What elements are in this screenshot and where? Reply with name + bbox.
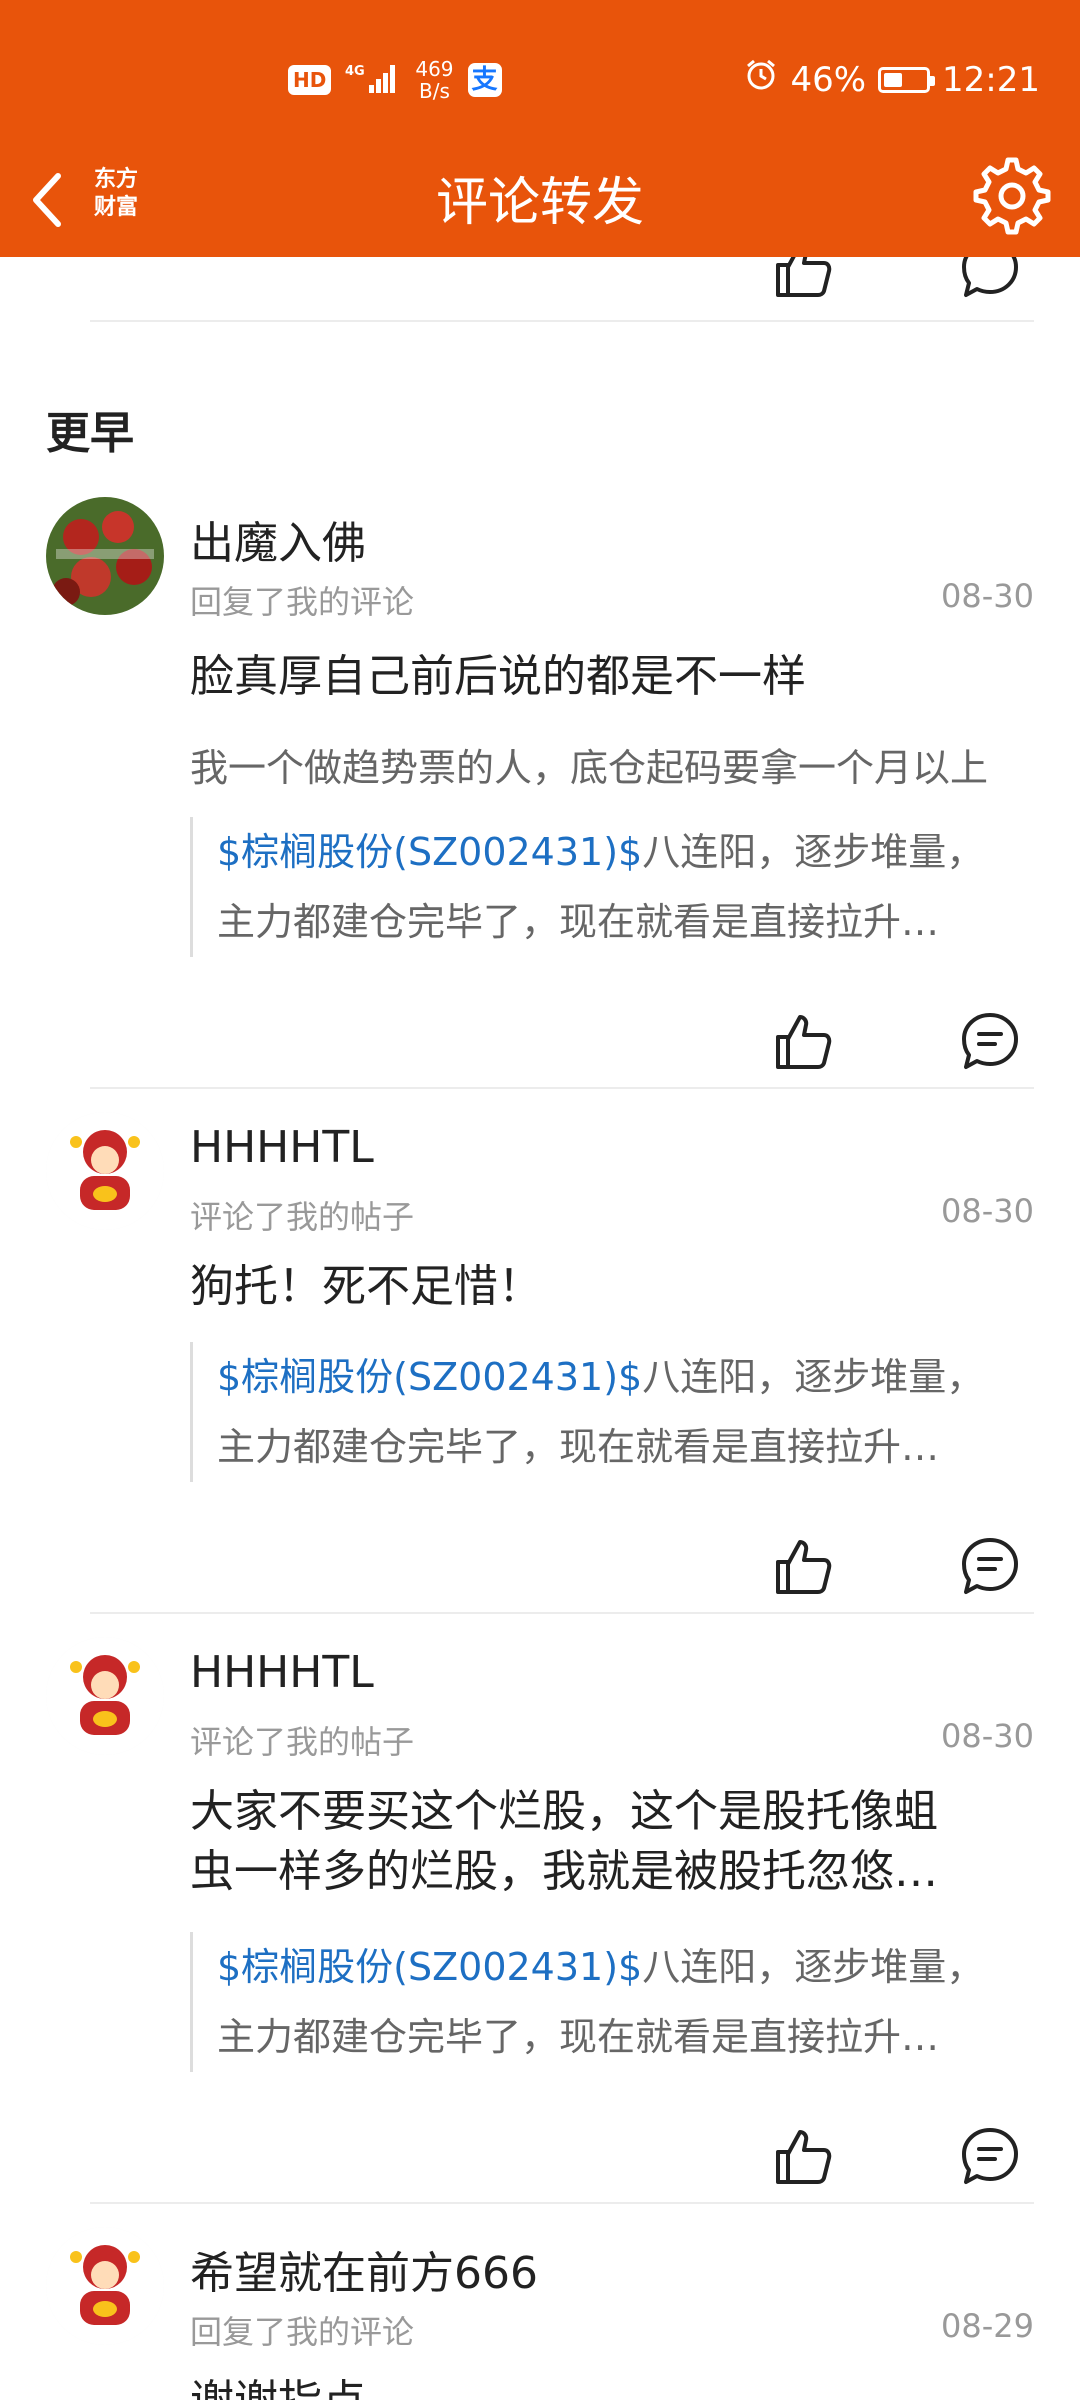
list-item[interactable]: HHHHTL 评论了我的帖子 08-30 狗托！死不足惜！ — [0, 1112, 1080, 1322]
comment-text[interactable]: 脸真厚自己前后说的都是不一样 — [190, 647, 1034, 707]
network-speed: 469 B/s — [415, 57, 454, 103]
thumbs-up-icon[interactable] — [770, 257, 834, 301]
avatar[interactable] — [46, 1637, 164, 1755]
signal-icon: 4G — [345, 61, 401, 99]
alarm-icon — [744, 58, 778, 101]
action-text: 回复了我的评论 — [190, 583, 415, 621]
battery-percent: 46% — [790, 59, 867, 100]
comment-bubble-icon[interactable] — [958, 257, 1022, 301]
svg-text:4G: 4G — [345, 64, 365, 79]
comment-bubble-icon[interactable] — [958, 1009, 1022, 1073]
divider — [90, 2202, 1034, 2204]
thumbs-up-icon[interactable] — [770, 2124, 834, 2188]
divider — [90, 1087, 1034, 1089]
quoted-post[interactable]: $棕榈股份(SZ002431)$八连阳，逐步堆量， 主力都建仓完毕了，现在就看是… — [190, 1342, 1036, 1482]
stock-link[interactable]: $棕榈股份(SZ002431)$ — [217, 830, 642, 874]
date: 08-29 — [941, 2307, 1034, 2345]
comment-text[interactable]: 大家不要买这个烂股，这个是股托像蛆 虫一样多的烂股，我就是被股托忽悠… — [190, 1782, 1034, 1902]
action-text: 评论了我的帖子 — [190, 1198, 415, 1236]
avatar[interactable] — [46, 2227, 164, 2345]
avatar[interactable] — [46, 1112, 164, 1230]
thumbs-up-icon[interactable] — [770, 1009, 834, 1073]
alipay-icon: 支 — [467, 63, 502, 97]
action-text: 评论了我的帖子 — [190, 1723, 415, 1761]
quoted-post[interactable]: $棕榈股份(SZ002431)$八连阳，逐步堆量， 主力都建仓完毕了，现在就看是… — [190, 1932, 1036, 2072]
comment-bubble-icon[interactable] — [958, 1534, 1022, 1598]
settings-button[interactable] — [972, 156, 1052, 236]
quoted-post[interactable]: $棕榈股份(SZ002431)$八连阳，逐步堆量， 主力都建仓完毕了，现在就看是… — [190, 817, 1036, 957]
partial-item — [0, 257, 1080, 297]
notification-list[interactable]: 更早 出魔入佛 回复了我的评论 08-30 脸真厚自己前后说的都是不一样 我一个… — [0, 257, 1080, 2400]
nav-bar: 东方 财富 评论转发 — [0, 140, 1080, 257]
username[interactable]: HHHHTL — [190, 1122, 374, 1173]
section-title: 更早 — [46, 408, 134, 459]
action-text: 回复了我的评论 — [190, 2313, 415, 2351]
clock: 12:21 — [942, 59, 1040, 100]
comment-bubble-icon[interactable] — [958, 2124, 1022, 2188]
comment-text[interactable]: 谢谢指点 — [190, 2372, 1034, 2400]
hd-icon: HD — [288, 65, 332, 95]
list-item[interactable]: 希望就在前方666 回复了我的评论 08-29 谢谢指点 — [0, 2227, 1080, 2400]
stock-link[interactable]: $棕榈股份(SZ002431)$ — [217, 1355, 642, 1399]
username[interactable]: 希望就在前方666 — [190, 2237, 538, 2301]
comment-text[interactable]: 狗托！死不足惜！ — [190, 1257, 1034, 1317]
thumbs-up-icon[interactable] — [770, 1534, 834, 1598]
username[interactable]: 出魔入佛 — [190, 507, 366, 571]
settings-gear-icon — [973, 157, 1051, 235]
date: 08-30 — [941, 1717, 1034, 1755]
battery-icon — [878, 66, 936, 93]
username[interactable]: HHHHTL — [190, 1647, 374, 1698]
list-item[interactable]: 出魔入佛 回复了我的评论 08-30 脸真厚自己前后说的都是不一样 我一个做趋势… — [0, 497, 1080, 827]
date: 08-30 — [941, 1192, 1034, 1230]
app-header: HD 4G 469 B/s 支 46% 12:21 东方 财富 评论转发 — [0, 0, 1080, 257]
divider — [90, 1612, 1034, 1614]
page-title: 评论转发 — [435, 173, 644, 233]
divider — [90, 320, 1034, 322]
list-item[interactable]: HHHHTL 评论了我的帖子 08-30 大家不要买这个烂股，这个是股托像蛆 虫… — [0, 1637, 1080, 1927]
date: 08-30 — [941, 577, 1034, 615]
my-comment-preview[interactable]: 我一个做趋势票的人，底仓起码要拿一个月以上 — [190, 737, 1036, 792]
stock-link[interactable]: $棕榈股份(SZ002431)$ — [217, 1945, 642, 1989]
status-bar: HD 4G 469 B/s 支 46% 12:21 — [0, 40, 1080, 120]
avatar[interactable] — [46, 497, 164, 615]
